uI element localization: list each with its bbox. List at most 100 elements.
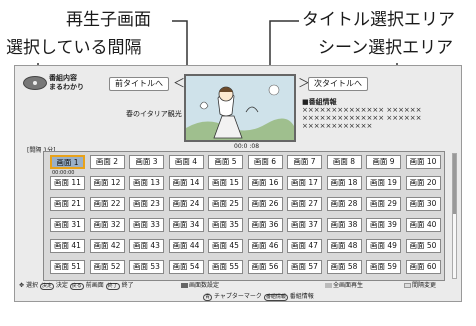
scene-cell[interactable]: 画面 56 [247,260,283,274]
scene-cell[interactable]: 画面 59 [366,260,401,274]
program-info-heading: ■番組情報 [302,98,337,106]
scene-cell-selected[interactable]: 画面 1 [50,155,85,169]
scene-cell[interactable]: 画面 18 [326,176,362,190]
next-title-button[interactable]: 次タイトルへ [308,77,368,91]
scene-cell[interactable]: 画面 38 [326,218,362,232]
exit-key-icon: 終了 [105,283,120,290]
help-end: 終了 [121,282,134,289]
callout-scene-select: シーン選択エリア [318,38,454,58]
scene-cell[interactable]: 画面 15 [208,176,243,190]
scrollbar-thumb[interactable] [453,154,456,214]
scene-cell[interactable]: 画面 31 [50,218,85,232]
scene-cell[interactable]: 画面 26 [247,197,283,211]
scene-cell[interactable]: 画面 35 [208,218,243,232]
scene-cell[interactable]: 画面 54 [168,260,204,274]
scene-cell[interactable]: 画面 32 [89,218,125,232]
scene-cell[interactable]: 画面 19 [366,176,401,190]
scene-cell[interactable]: 画面 11 [50,176,85,190]
scene-cell[interactable]: 画面 36 [247,218,283,232]
scene-cell[interactable]: 画面 27 [287,197,322,211]
color-key-icon [325,283,332,288]
scene-cell[interactable]: 画面 25 [208,197,243,211]
scene-cell[interactable]: 画面 4 [168,155,204,169]
help-prev-screen: 前画面 [85,282,104,289]
info-key-icon: 番組情報 [263,294,288,301]
help-bar-row-1: ✥ 選択 決定 決定 戻る 前画面 終了 終了 [19,280,134,290]
scene-cell[interactable]: 画面 37 [287,218,322,232]
scene-cell[interactable]: 画面 42 [89,239,125,253]
scene-cell[interactable]: 画面 40 [405,218,441,232]
scene-cell[interactable]: 画面 16 [247,176,283,190]
scene-cell[interactable]: 画面 41 [50,239,85,253]
back-key-icon: 戻る [69,283,84,290]
scene-cell[interactable]: 画面 17 [287,176,322,190]
callout-interval: 選択している間隔 [6,38,142,58]
scene-cell[interactable]: 画面 45 [208,239,243,253]
scene-cell[interactable]: 画面 50 [405,239,441,253]
callout-title-select: タイトル選択エリア [302,10,455,30]
scene-cell[interactable]: 画面 44 [168,239,204,253]
chapter-key-icon: 青 [203,294,213,301]
scene-cell[interactable]: 画面 21 [50,197,85,211]
help-screen-setting: 画面数設定 [181,280,219,289]
tv-screen: 番組内容 まるわかり 前タイトルへ ＜ ＞ 次タイトルへ 春のイタリア観光 00:… [14,65,462,302]
scene-cell[interactable]: 画面 3 [129,155,164,169]
decide-key-icon: 決定 [39,283,54,290]
prev-title-button[interactable]: 前タイトルへ [109,77,169,91]
scene-cell[interactable]: 画面 2 [89,155,125,169]
help-chapter: チャプターマーク [213,293,262,300]
scene-cell[interactable]: 画面 39 [366,218,401,232]
scene-cell[interactable]: 画面 33 [129,218,164,232]
scene-cell[interactable]: 画面 46 [247,239,283,253]
scene-cell[interactable]: 画面 14 [168,176,204,190]
scene-cell[interactable]: 画面 13 [129,176,164,190]
scene-cell[interactable]: 画面 34 [168,218,204,232]
dpad-icon: ✥ [19,282,25,289]
scene-scrollbar[interactable] [452,153,457,279]
scene-cell[interactable]: 画面 48 [326,239,362,253]
color-key-icon [404,283,411,288]
logo-line-2: まるわかり [49,83,84,91]
scene-cell[interactable]: 画面 55 [208,260,243,274]
scene-cell[interactable]: 画面 24 [168,197,204,211]
scene-cell[interactable]: 画面 52 [89,260,125,274]
scene-cell[interactable]: 画面 12 [89,176,125,190]
help-bar-row-2: 青 チャプターマーク 番組情報 番組情報 [203,291,314,301]
help-select: 選択 [25,282,38,289]
color-key-icon [181,283,188,288]
scene-cell[interactable]: 画面 6 [247,155,283,169]
preview-timecode: 00:0 :08 [234,143,260,150]
scene-cell[interactable]: 画面 9 [366,155,401,169]
program-title: 春のイタリア観光 [126,110,182,118]
scene-cell[interactable]: 画面 22 [89,197,125,211]
scene-cell[interactable]: 画面 47 [287,239,322,253]
preview-player[interactable] [184,74,296,142]
scene-cell[interactable]: 画面 20 [405,176,441,190]
scene-cell[interactable]: 画面 28 [326,197,362,211]
scene-cell[interactable]: 画面 5 [208,155,243,169]
scene-cell[interactable]: 画面 30 [405,197,441,211]
scene-cell[interactable]: 画面 51 [50,260,85,274]
program-info-line: ×××××××××××× [302,122,373,130]
scene-grid: 画面 1 画面 2 画面 3 画面 4 画面 5 画面 6 画面 7 画面 8 画面 9 画面 1… [43,151,445,281]
scene-cell[interactable]: 画面 23 [129,197,164,211]
scene-cell[interactable]: 画面 29 [366,197,401,211]
scene-cell[interactable]: 画面 7 [287,155,322,169]
help-decide: 決定 [55,282,68,289]
scene-cell[interactable]: 画面 60 [405,260,441,274]
help-full-play: 全画面再生 [325,280,363,289]
selected-cell-timecode: 00:00:00 [52,170,75,176]
scene-cell[interactable]: 画面 58 [326,260,362,274]
callout-preview: 再生子画面 [66,10,151,30]
help-interval-change: 間隔変更 [404,280,436,289]
disc-icon [23,76,47,90]
scene-cell[interactable]: 画面 49 [366,239,401,253]
program-info-line: ×××××××××××××× ×××××× [302,106,422,114]
program-info-line: ×××××××××××××× ×××××× [302,114,422,122]
scene-cell[interactable]: 画面 57 [287,260,322,274]
scene-cell[interactable]: 画面 43 [129,239,164,253]
scene-cell[interactable]: 画面 8 [326,155,362,169]
scene-cell[interactable]: 画面 10 [405,155,441,169]
scene-cell[interactable]: 画面 53 [129,260,164,274]
program-info: ■番組情報 ×××××××××××××× ×××××× ××××××××××××… [302,98,457,130]
